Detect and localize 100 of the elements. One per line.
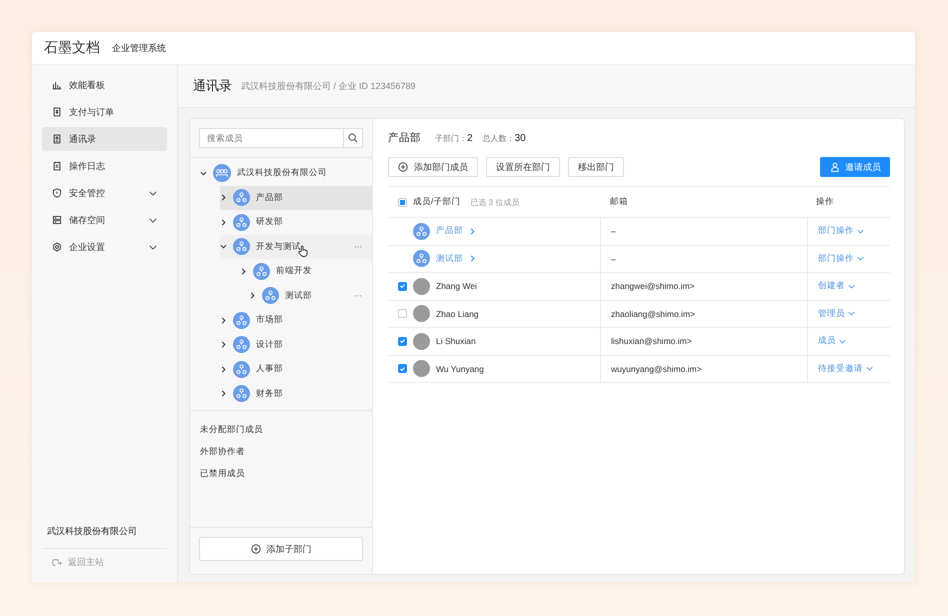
add-subdepartment-button[interactable]: 添加子部门 [199,537,363,561]
chevron-down-icon [149,190,157,196]
sidebar-item[interactable]: 通讯录 [42,127,167,151]
sidebar-item[interactable]: 操作日志 [42,154,167,178]
action-button[interactable]: 添加部门成员 [388,157,478,177]
tree-node[interactable]: 武汉科技股份有限公司 [200,161,372,186]
page-title: 通讯录 [193,77,232,95]
email-text: – [611,226,616,236]
department-icon [233,189,250,206]
chevron-right-icon [220,316,227,324]
selection-count: 已选 3 位成员 [470,196,520,208]
member-name: Li Shuxian [436,336,476,346]
tree-node[interactable]: 设计部 [220,332,372,357]
member-group-item[interactable]: 外部协作者 [200,441,362,463]
stat-label: 总人数： [482,132,515,144]
chevron-down-icon [149,244,157,250]
return-icon [52,558,62,567]
tree-node[interactable]: 前端开发 [240,259,372,284]
chevron-right-icon [249,292,256,300]
search-field[interactable]: 搜索成员 [199,128,343,148]
chevron-down-icon [857,228,864,234]
nav-icon [52,107,62,117]
chevron-right-icon [220,366,227,373]
stat-value: 30 [514,132,526,144]
department-icon [233,312,250,329]
chevron-down-icon [220,243,227,250]
chevron-right-icon [220,390,227,398]
nav-icon [52,80,62,90]
stat-value: 2 [467,132,473,144]
more-button[interactable]: ··· [354,291,362,300]
chevron-right-icon [469,255,476,262]
department-icon [233,238,250,256]
search-icon [348,133,358,143]
organization-icon [213,164,231,182]
email-text: zhangwei@shimo.im> [611,281,695,292]
sidebar-item[interactable]: 企业设置 [42,235,167,259]
department-icon [413,250,430,268]
sidebar-item[interactable]: 储存空间 [42,208,167,232]
chevron-down-icon [839,338,846,344]
member-group-item[interactable]: 已禁用成员 [200,463,362,485]
column-header: 邮箱 [610,196,628,208]
sidebar-item[interactable]: 效能看板 [42,73,167,97]
row-checkbox[interactable] [398,336,407,346]
tree-node[interactable]: 市场部 [220,308,372,332]
plus-circle-icon [398,162,408,172]
email-text: wuyunyang@shimo.im> [611,364,702,374]
tree-node[interactable]: 财务部 [220,382,372,406]
tree-node[interactable]: 测试部 ··· [249,284,372,308]
plus-circle-icon [250,544,260,554]
sidebar-item[interactable]: 安全管控 [42,181,167,205]
department-icon [253,262,270,280]
chevron-down-icon [857,256,864,262]
row-checkbox[interactable] [398,309,407,318]
person-icon [831,162,839,172]
department-icon [233,360,250,378]
nav-icon [52,161,62,171]
nav-icon [52,242,62,252]
system-title: 企业管理系统 [112,42,166,54]
chevron-right-icon [220,194,227,202]
nav-icon [52,134,62,144]
tree-node[interactable]: 研发部 [220,210,372,234]
more-button[interactable]: ··· [354,242,362,252]
role-dropdown[interactable]: 管理员 [818,308,855,320]
tree-node[interactable]: 产品部 [220,186,372,210]
sidebar-item[interactable]: 支付与订单 [42,100,167,124]
search-button[interactable] [343,128,363,148]
breadcrumb: 武汉科技股份有限公司 / 企业 ID 123456789 [241,80,416,92]
select-all-checkbox[interactable] [398,198,407,206]
avatar-placeholder [413,305,430,322]
member-group-item[interactable]: 未分配部门成员 [200,419,362,441]
nav-icon [52,215,62,225]
email-text: – [611,254,616,264]
row-checkbox[interactable] [398,282,407,291]
column-header: 成员/子部门 [413,196,460,208]
email-text: lishuxian@shimo.im> [611,336,692,346]
chevron-right-icon [220,218,227,226]
member-name: Zhao Liang [436,308,479,319]
email-text: zhaoliang@shimo.im> [611,308,695,319]
chevron-down-icon [866,366,873,372]
department-icon [233,336,250,354]
member-name: Wu Yunyang [436,364,484,374]
chevron-right-icon [220,341,227,348]
chevron-down-icon [200,170,207,177]
department-icon [413,222,430,240]
avatar-placeholder [413,332,430,350]
chevron-down-icon [848,311,855,316]
department-icon [233,385,250,402]
tree-node[interactable]: 人事部 [220,357,372,382]
member-name: Zhang Wei [436,281,477,292]
chevron-down-icon [149,218,157,222]
company-name: 武汉科技股份有限公司 [42,525,167,549]
column-header: 操作 [816,196,834,208]
tree-node[interactable]: 开发与测试 ··· [220,234,372,259]
chevron-down-icon [848,284,855,289]
action-button[interactable]: 移出部门 [568,157,624,177]
nav-icon [52,188,62,198]
row-checkbox[interactable] [398,364,407,374]
action-button[interactable]: 设置所在部门 [486,157,560,177]
avatar-placeholder [413,278,430,295]
department-icon [262,287,279,304]
